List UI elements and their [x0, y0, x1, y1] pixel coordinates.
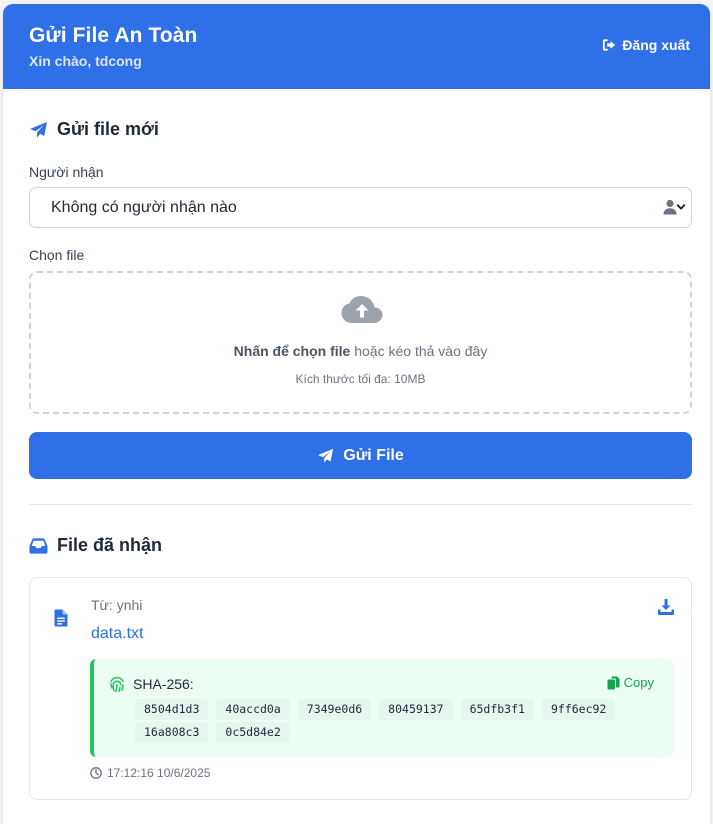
- hash-algorithm: SHA-256:: [133, 676, 194, 692]
- dropzone-text: Nhấn để chọn file hoặc kéo thả vào đây: [31, 343, 690, 359]
- hash-chunk: 40accd0a: [216, 699, 290, 720]
- app-title: Gửi File An Toàn: [29, 24, 198, 47]
- copy-hash-button[interactable]: Copy: [607, 675, 654, 690]
- hash-chunk: 80459137: [379, 699, 453, 720]
- send-file-label: Gửi File: [343, 446, 404, 464]
- chevron-down-icon: [676, 204, 686, 210]
- send-section-label: Gửi file mới: [57, 119, 159, 139]
- received-timestamp: 17:12:16 10/6/2025: [90, 766, 210, 780]
- file-dropzone[interactable]: Nhấn để chọn file hoặc kéo thả vào đây K…: [29, 271, 692, 414]
- app-header: Gửi File An Toàn Xin chào, tdcong Đăng x…: [3, 4, 710, 89]
- copy-label: Copy: [623, 675, 654, 690]
- file-sender: Từ: ynhi: [91, 597, 143, 613]
- user-greeting: Xin chào, tdcong: [29, 53, 142, 69]
- file-icon: [54, 609, 68, 627]
- file-name-link[interactable]: data.txt: [91, 625, 143, 643]
- copy-icon: [607, 676, 620, 689]
- file-label: Chọn file: [29, 247, 85, 263]
- dropzone-rest: hoặc kéo thả vào đây: [350, 343, 488, 359]
- hash-panel: SHA-256: Copy 8504d1d3 40accd0a 7349e0d6…: [90, 659, 674, 757]
- send-file-button[interactable]: Gửi File: [29, 432, 692, 479]
- received-section-title: File đã nhận: [29, 535, 162, 556]
- logout-label: Đăng xuất: [622, 37, 690, 53]
- paper-plane-icon: [318, 448, 334, 463]
- logout-button[interactable]: Đăng xuất: [602, 37, 690, 53]
- recipient-select-value: Không có người nhận nào: [51, 198, 237, 216]
- inbox-icon: [29, 537, 48, 554]
- main-card: Gửi File An Toàn Xin chào, tdcong Đăng x…: [3, 4, 710, 824]
- user-icon: [663, 199, 677, 215]
- hash-chunk: 65dfb3f1: [460, 699, 534, 720]
- fingerprint-icon: [110, 676, 124, 693]
- dropzone-strong: Nhấn để chọn file: [233, 343, 351, 359]
- hash-chunk: 9ff6ec92: [541, 699, 616, 720]
- logout-icon: [603, 39, 616, 51]
- section-divider: [29, 504, 692, 505]
- recipient-select[interactable]: Không có người nhận nào: [29, 187, 692, 228]
- hash-label: SHA-256:: [108, 675, 194, 693]
- recipient-label: Người nhận: [29, 164, 104, 180]
- hash-value: 8504d1d3 40accd0a 7349e0d6 80459137 65df…: [135, 699, 665, 743]
- cloud-upload-icon: [341, 296, 383, 323]
- received-section-label: File đã nhận: [57, 535, 163, 555]
- hash-chunk: 0c5d84e2: [216, 722, 290, 743]
- dropzone-hint: Kích thước tối đa: 10MB: [295, 372, 426, 386]
- hash-chunk: 16a808c3: [135, 722, 209, 743]
- paper-plane-icon: [29, 121, 48, 138]
- download-icon[interactable]: [657, 598, 675, 615]
- clock-icon: [90, 767, 102, 779]
- hash-chunk: 8504d1d3: [135, 699, 209, 720]
- send-section-title: Gửi file mới: [29, 119, 159, 140]
- hash-chunk: 7349e0d6: [297, 699, 372, 720]
- received-file-item: Từ: ynhi data.txt SHA-256: Copy 8504d1d3…: [29, 577, 692, 800]
- timestamp-text: 17:12:16 10/6/2025: [107, 766, 211, 780]
